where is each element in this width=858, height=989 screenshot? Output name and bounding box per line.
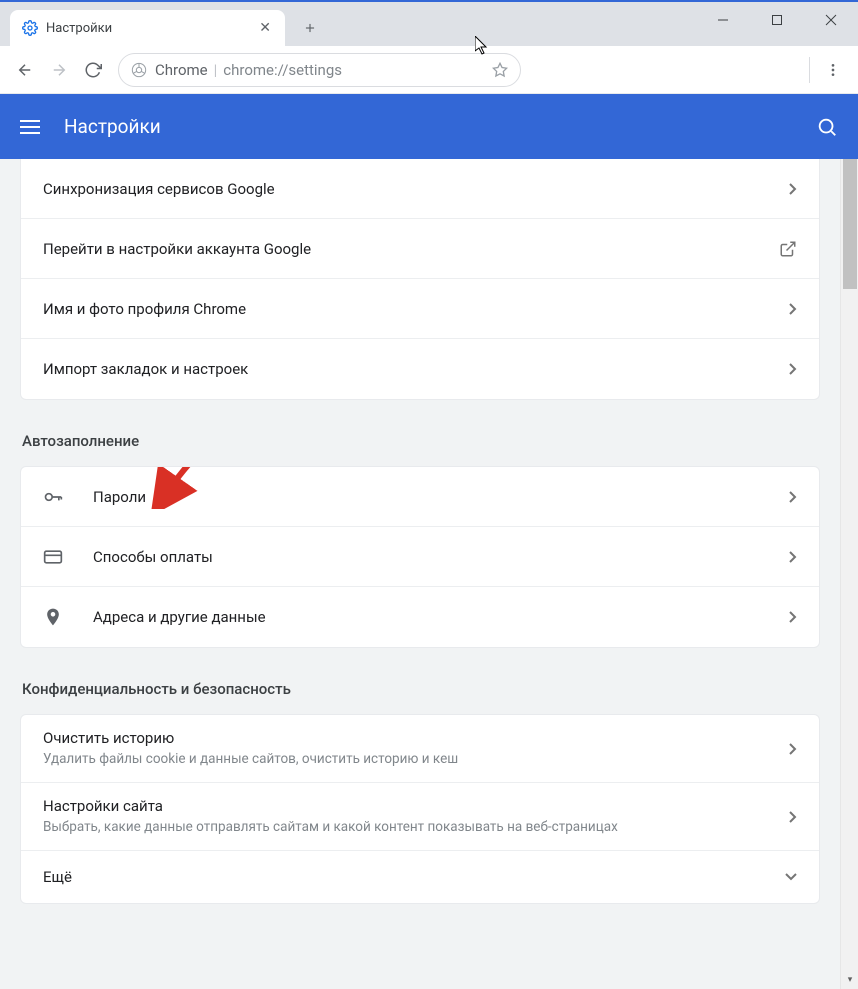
- key-icon: [43, 487, 71, 507]
- import-bookmarks-row[interactable]: Импорт закладок и настроек: [21, 339, 819, 399]
- chevron-right-icon: [789, 491, 797, 503]
- browser-tab[interactable]: Настройки ✕: [10, 10, 285, 46]
- row-label: Имя и фото профиля Chrome: [43, 300, 779, 318]
- chevron-right-icon: [789, 743, 797, 755]
- location-pin-icon: [43, 607, 71, 627]
- toolbar-divider: [809, 57, 810, 83]
- settings-header: Настройки: [0, 94, 858, 159]
- window-titlebar: Настройки ✕: [0, 2, 858, 46]
- back-button[interactable]: [8, 53, 42, 87]
- site-settings-row[interactable]: Настройки сайта Выбрать, какие данные от…: [21, 783, 819, 851]
- clear-browsing-data-row[interactable]: Очистить историю Удалить файлы cookie и …: [21, 715, 819, 783]
- people-section-card: Синхронизация сервисов Google Перейти в …: [20, 159, 820, 400]
- chevron-right-icon: [789, 303, 797, 315]
- settings-content: Синхронизация сервисов Google Перейти в …: [0, 159, 840, 989]
- tab-title: Настройки: [46, 21, 255, 36]
- chevron-right-icon: [789, 611, 797, 623]
- row-label: Способы оплаты: [93, 548, 779, 566]
- privacy-section-title: Конфиденциальность и безопасность: [22, 680, 818, 698]
- omnibox-separator: |: [214, 61, 218, 79]
- close-window-button[interactable]: [804, 2, 858, 38]
- row-label: Синхронизация сервисов Google: [43, 180, 779, 198]
- chrome-icon: [131, 62, 147, 78]
- row-label: Очистить историю: [43, 729, 779, 747]
- forward-button[interactable]: [42, 53, 76, 87]
- profile-name-photo-row[interactable]: Имя и фото профиля Chrome: [21, 279, 819, 339]
- omnibox-site-label: Chrome: [155, 61, 208, 79]
- row-label: Ещё: [43, 868, 775, 886]
- autofill-section-title: Автозаполнение: [22, 432, 818, 450]
- row-subtitle: Выбрать, какие данные отправлять сайтам …: [43, 818, 779, 836]
- external-link-icon: [779, 240, 797, 258]
- chevron-down-icon: [785, 873, 797, 881]
- close-tab-icon[interactable]: ✕: [255, 18, 275, 38]
- chevron-right-icon: [789, 363, 797, 375]
- chevron-right-icon: [789, 811, 797, 823]
- row-label: Импорт закладок и настроек: [43, 360, 779, 378]
- chevron-right-icon: [789, 551, 797, 563]
- row-label: Настройки сайта: [43, 797, 779, 815]
- autofill-card: Пароли Способы оплаты Адреса и другие да…: [20, 466, 820, 648]
- row-label: Адреса и другие данные: [93, 608, 779, 626]
- row-label: Перейти в настройки аккаунта Google: [43, 240, 779, 258]
- more-privacy-row[interactable]: Ещё: [21, 851, 819, 903]
- sync-services-row[interactable]: Синхронизация сервисов Google: [21, 159, 819, 219]
- row-subtitle: Удалить файлы cookie и данные сайтов, оч…: [43, 750, 779, 768]
- scrollbar-down-arrow-icon[interactable]: ▾: [841, 971, 858, 989]
- browser-menu-button[interactable]: [816, 53, 850, 87]
- scrollbar-thumb[interactable]: [843, 159, 857, 289]
- search-settings-icon[interactable]: [816, 116, 838, 138]
- reload-button[interactable]: [76, 53, 110, 87]
- chevron-right-icon: [789, 183, 797, 195]
- address-bar[interactable]: Chrome | chrome://settings: [118, 53, 521, 87]
- google-account-row[interactable]: Перейти в настройки аккаунта Google: [21, 219, 819, 279]
- privacy-card: Очистить историю Удалить файлы cookie и …: [20, 714, 820, 904]
- minimize-button[interactable]: [696, 2, 750, 38]
- gear-icon: [22, 20, 38, 36]
- credit-card-icon: [43, 547, 71, 567]
- row-label: Пароли: [93, 488, 779, 506]
- vertical-scrollbar[interactable]: ▾: [840, 159, 858, 989]
- browser-toolbar: Chrome | chrome://settings: [0, 46, 858, 94]
- window-controls: [696, 2, 858, 46]
- hamburger-menu-icon[interactable]: [20, 114, 46, 140]
- bookmark-star-icon[interactable]: [492, 62, 508, 78]
- new-tab-button[interactable]: [295, 13, 325, 43]
- addresses-row[interactable]: Адреса и другие данные: [21, 587, 819, 647]
- maximize-button[interactable]: [750, 2, 804, 38]
- omnibox-url: chrome://settings: [223, 61, 484, 79]
- passwords-row[interactable]: Пароли: [21, 467, 819, 527]
- page-title: Настройки: [64, 115, 161, 138]
- payment-methods-row[interactable]: Способы оплаты: [21, 527, 819, 587]
